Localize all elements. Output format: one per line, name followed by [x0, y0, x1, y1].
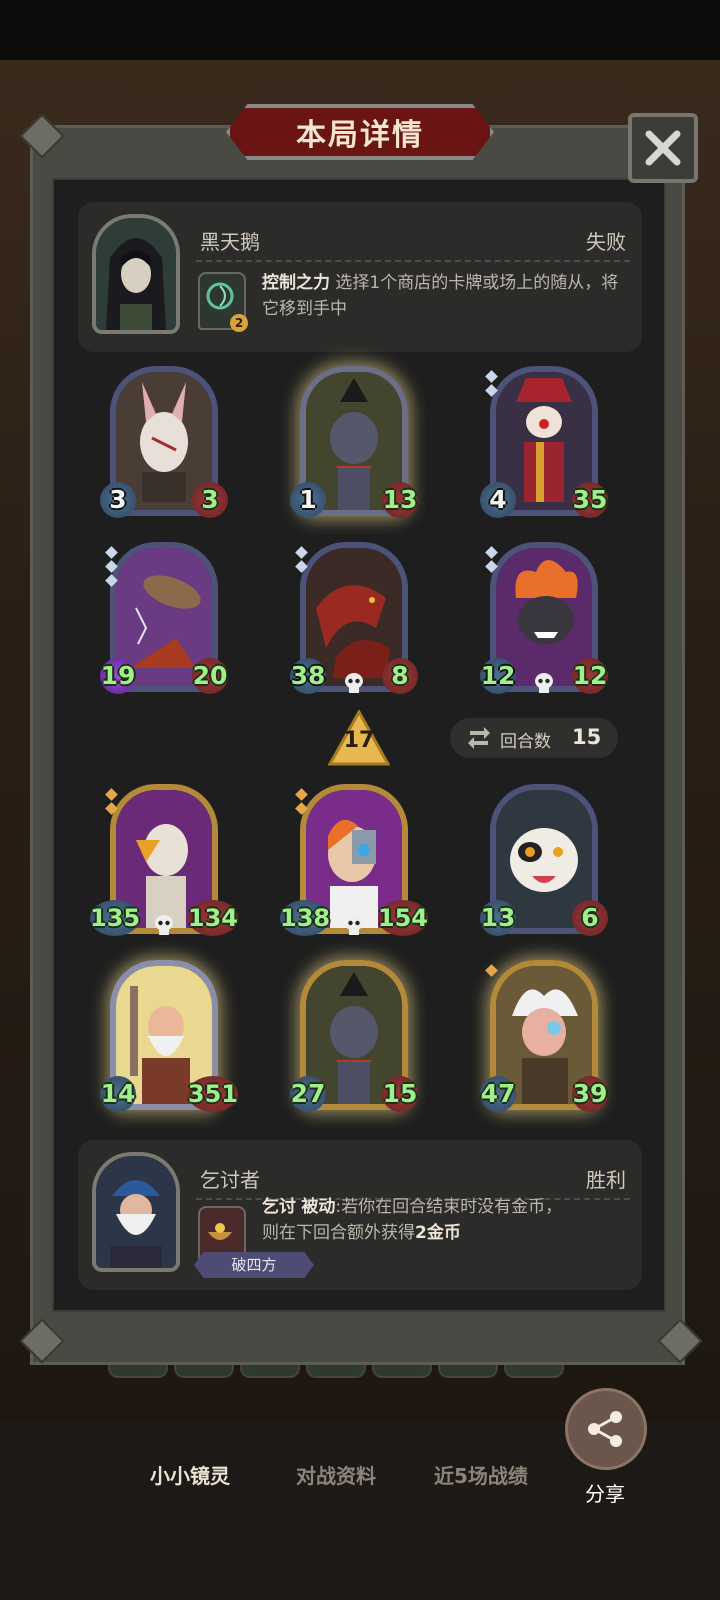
player-name: 乞讨者 [200, 1168, 260, 1192]
tavern-tier-value: 17 [343, 728, 375, 753]
skill-desc-bold: 2金币 [415, 1223, 461, 1243]
skill-desc-1: 若你在回合结束时没有金币， [341, 1197, 563, 1217]
attack-stat: 19 [100, 658, 136, 694]
attack-stat: 3 [100, 482, 136, 518]
hero-power-icon[interactable]: 2 [198, 272, 248, 332]
tavern-tier-badge: 17 [327, 708, 391, 766]
attack-stat: 1 [290, 482, 326, 518]
round-label: 回合数 [500, 732, 551, 752]
round-value: 15 [572, 725, 602, 749]
opponent-skill-description: 控制之力 选择1个商店的卡牌或场上的随从，将它移到手中 [262, 270, 622, 322]
minion-card[interactable]: 19 20 [100, 542, 228, 702]
health-stat: 20 [192, 658, 228, 694]
minion-card[interactable]: 4 35 [480, 366, 608, 526]
share-label: 分享 [585, 1482, 625, 1506]
minion-card[interactable]: 135 134 [90, 784, 238, 944]
player-section: 乞讨者 胜利 乞讨 被动:若你在回合结束时没有金币， 则在下回合额外获得2金币 … [78, 1140, 642, 1290]
opponent-section: 黑天鹅 失败 2 控制之力 选择1个商店的卡牌或场上的随从，将它移到手中 [78, 202, 642, 352]
dialog-title-banner: 本局详情 [226, 104, 494, 160]
player-tag: 破四方 [194, 1252, 314, 1278]
attack-stat: 38 [290, 658, 326, 694]
health-stat: 8 [382, 658, 418, 694]
deathrattle-skull-icon [535, 673, 553, 693]
minion-card[interactable]: 27 15 [290, 960, 418, 1120]
attack-stat: 4 [480, 482, 516, 518]
dialog-title: 本局详情 [296, 118, 424, 153]
tab-battle-info[interactable]: 对战资料 [296, 1460, 376, 1489]
health-stat: 3 [192, 482, 228, 518]
opponent-result: 失败 [586, 230, 626, 254]
deathrattle-skull-icon [155, 915, 173, 935]
attack-stat: 27 [290, 1076, 326, 1112]
health-stat: 15 [382, 1076, 418, 1112]
attack-stat: 138 [280, 900, 331, 936]
skill-type: 被动 [301, 1197, 336, 1217]
attack-stat: 135 [90, 900, 141, 936]
share-button[interactable] [565, 1388, 647, 1470]
deathrattle-skull-icon [345, 673, 363, 693]
opponent-name: 黑天鹅 [200, 230, 260, 254]
coin-bowl-icon [208, 1223, 232, 1240]
attack-stat: 12 [480, 658, 516, 694]
health-stat: 39 [572, 1076, 608, 1112]
skill-name: 乞讨 [262, 1197, 296, 1217]
tab-recent-5-matches[interactable]: 近5场战绩 [434, 1460, 528, 1489]
health-stat: 35 [572, 482, 608, 518]
share-icon [588, 1411, 622, 1447]
minion-card[interactable]: 14 351 [100, 960, 238, 1120]
minion-card[interactable]: 12 12 [480, 542, 608, 702]
health-stat: 13 [382, 482, 418, 518]
minion-card[interactable]: 1 13 [290, 366, 418, 526]
opponent-avatar [92, 214, 180, 334]
player-result: 胜利 [586, 1168, 626, 1192]
health-stat: 12 [572, 658, 608, 694]
minion-card[interactable]: 47 39 [480, 960, 608, 1120]
round-counter: 回合数 15 [450, 718, 618, 758]
health-stat: 6 [572, 900, 608, 936]
attack-stat: 14 [100, 1076, 136, 1112]
tab-little-mirror-spirit[interactable]: 小小镜灵 [150, 1460, 230, 1489]
minion-card[interactable]: 3 3 [100, 366, 228, 526]
minion-card[interactable]: 13 6 [480, 784, 608, 944]
player-skill-description: 乞讨 被动:若你在回合结束时没有金币， 则在下回合额外获得2金币 [262, 1197, 563, 1243]
minion-card[interactable]: 38 8 [290, 542, 418, 702]
attack-stat: 13 [480, 900, 516, 936]
player-avatar [92, 1152, 180, 1272]
deathrattle-skull-icon [345, 915, 363, 935]
round-cycle-icon [468, 727, 490, 749]
hooded-character-portrait [96, 218, 176, 330]
beggar-character-portrait [96, 1156, 176, 1268]
health-stat: 154 [377, 900, 428, 936]
skill-name: 控制之力 [262, 273, 330, 293]
attack-stat: 47 [480, 1076, 516, 1112]
minion-card[interactable]: 138 154 [280, 784, 428, 944]
skill-desc-2: 则在下回合额外获得 [262, 1223, 415, 1243]
health-stat: 134 [187, 900, 238, 936]
divider [196, 260, 630, 262]
health-stat: 351 [187, 1076, 238, 1112]
close-button[interactable] [628, 113, 698, 183]
close-icon [645, 130, 681, 166]
skill-level-badge: 2 [230, 314, 248, 332]
